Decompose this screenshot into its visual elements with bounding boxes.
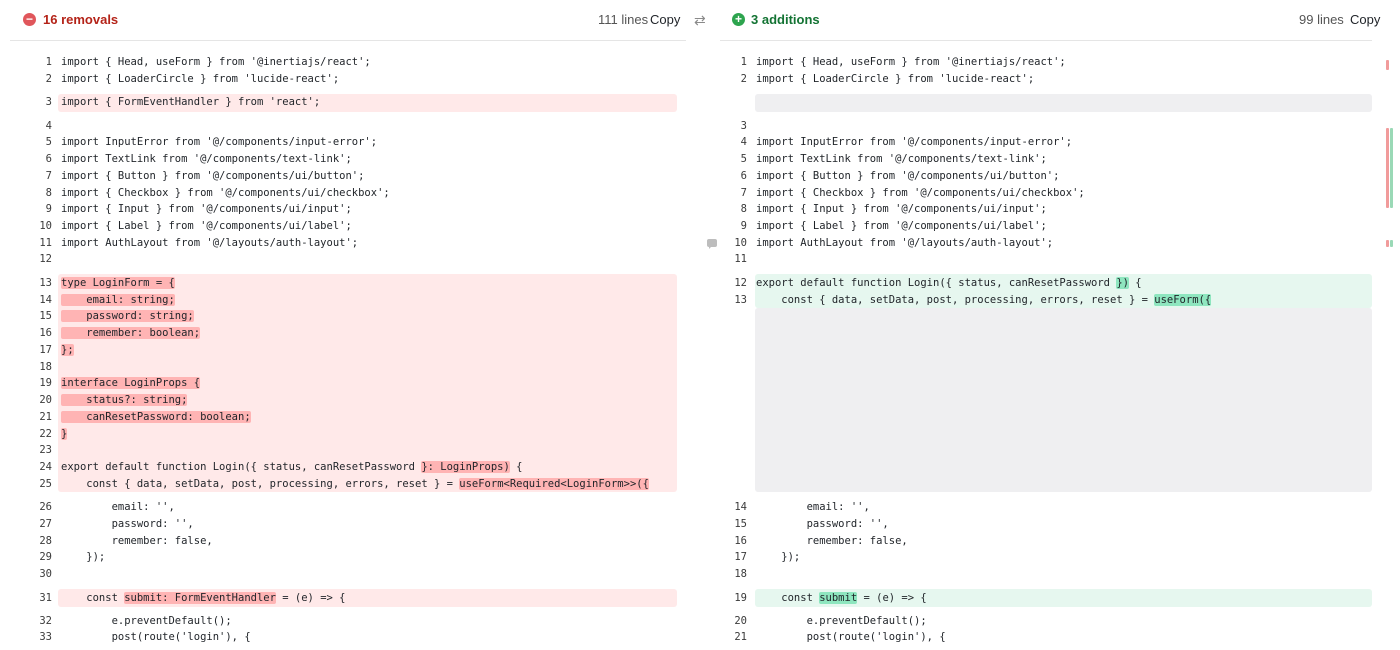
code-line: 9 import { Input } from '@/components/ui/… xyxy=(45,203,352,215)
code-line: 16 remember: false, xyxy=(734,535,908,547)
empty-placeholder xyxy=(755,308,1372,492)
code-line: 3 xyxy=(740,120,747,132)
code-line-removed: 23 xyxy=(39,444,52,456)
code-line: 8 import { Checkbox } from '@/components/… xyxy=(45,187,390,199)
code-line-added: 19 const submit = (e) => { xyxy=(734,592,927,604)
code-line: 6 import { Button } from '@/components/ui… xyxy=(740,170,1060,182)
inline-change: useForm({ xyxy=(1154,294,1212,306)
empty-placeholder xyxy=(755,94,1372,112)
inline-change: }: LoginProps) xyxy=(421,461,510,473)
code-line: 10 import AuthLayout from '@/layouts/auth… xyxy=(734,237,1054,249)
code-line: 30 xyxy=(39,568,52,580)
code-line: 17 }); xyxy=(734,551,801,563)
minimap-added-marker xyxy=(1390,240,1393,247)
code-line-removed: 25 const { data, setData, post, processi… xyxy=(39,478,649,490)
code-line: 10 import { Label } from '@/components/ui… xyxy=(39,220,352,232)
inline-change: }) xyxy=(1116,277,1129,289)
diff-overview-minimap[interactable] xyxy=(1386,50,1396,270)
inline-change: submit xyxy=(819,592,858,604)
code-line-removed: 14 email: string; xyxy=(39,294,175,306)
code-line-removed: 13 type LoginForm = { xyxy=(39,277,175,289)
code-line-removed: 15 password: string; xyxy=(39,310,194,322)
code-line: 12 xyxy=(39,253,52,265)
code-line: 2 import { LoaderCircle } from 'lucide-re… xyxy=(45,73,340,85)
code-line: 33 post(route('login'), { xyxy=(39,631,251,643)
code-line: 18 xyxy=(734,568,747,580)
code-line-removed: 19 interface LoginProps { xyxy=(39,377,201,389)
left-line-count: 111 lines xyxy=(598,12,649,27)
code-line-removed: 20 status?: string; xyxy=(39,394,188,406)
left-diff-pane: − 16 removals 111 lines Copy 1 import { H… xyxy=(10,0,686,650)
code-line: 29 }); xyxy=(39,551,106,563)
code-line: 7 import { Checkbox } from '@/components/… xyxy=(740,187,1085,199)
code-line: 21 post(route('login'), { xyxy=(734,631,946,643)
plus-circle-icon: + xyxy=(732,13,745,26)
code-line-removed: 24 export default function Login({ status… xyxy=(39,461,523,473)
minimap-added-marker xyxy=(1390,128,1393,208)
code-line-removed: 31 const submit: FormEventHandler = (e) … xyxy=(39,592,346,604)
inline-change: import { FormEventHandler } from 'react'… xyxy=(61,96,321,108)
code-line: 1 import { Head, useForm } from '@inertia… xyxy=(45,56,371,68)
code-line: 5 import TextLink from '@/components/text… xyxy=(740,153,1047,165)
right-line-count: 99 lines xyxy=(1299,12,1344,27)
code-line-removed: 3 import { FormEventHandler } from 'react… xyxy=(45,96,321,108)
code-line: 11 import AuthLayout from '@/layouts/auth… xyxy=(39,237,359,249)
code-line: 5 import InputError from '@/components/in… xyxy=(45,136,378,148)
code-line: 9 import { Label } from '@/components/ui/… xyxy=(740,220,1047,232)
code-line-removed: 18 xyxy=(39,361,52,373)
code-line: 4 import InputError from '@/components/in… xyxy=(740,136,1073,148)
code-line: 20 e.preventDefault(); xyxy=(734,615,927,627)
right-pane-header: + 3 additions 99 lines Copy xyxy=(720,0,1380,41)
code-line: 2 import { LoaderCircle } from 'lucide-re… xyxy=(740,73,1035,85)
code-line: 6 import TextLink from '@/components/text… xyxy=(45,153,352,165)
inline-change: submit: FormEventHandler xyxy=(124,592,276,604)
code-line-removed: 17}; xyxy=(39,344,74,356)
right-copy-button[interactable]: Copy xyxy=(1350,12,1380,27)
code-line: 15 password: '', xyxy=(734,518,889,530)
minus-circle-icon: − xyxy=(23,13,36,26)
inline-change: useForm<Required<LoginForm>>({ xyxy=(459,478,649,490)
code-line: 7 import { Button } from '@/components/ui… xyxy=(45,170,365,182)
right-diff-pane: + 3 additions 99 lines Copy 1 import { He… xyxy=(720,0,1380,650)
code-line: 8 import { Input } from '@/components/ui/… xyxy=(740,203,1047,215)
code-line: 28 remember: false, xyxy=(39,535,213,547)
left-pane-header: − 16 removals 111 lines Copy xyxy=(10,0,686,41)
comment-icon[interactable] xyxy=(707,239,717,249)
code-line: 1 import { Head, useForm } from '@inertia… xyxy=(740,56,1066,68)
code-line: 32 e.preventDefault(); xyxy=(39,615,232,627)
code-line-added: 12 export default function Login({ status… xyxy=(734,277,1142,289)
minimap-removed-marker xyxy=(1386,128,1389,208)
code-line: 4 xyxy=(45,120,52,132)
minimap-removed-marker xyxy=(1386,240,1389,247)
code-line: 27 password: '', xyxy=(39,518,194,530)
swap-arrows-icon[interactable]: ⇄ xyxy=(694,12,706,29)
additions-count: 3 additions xyxy=(751,12,820,27)
minimap-removed-marker xyxy=(1386,60,1389,70)
code-line-removed: 16 remember: boolean; xyxy=(39,327,201,339)
code-line-removed: 22} xyxy=(39,428,68,440)
code-line-added: 13 const { data, setData, post, processi… xyxy=(734,294,1212,306)
code-line: 26 email: '', xyxy=(39,501,175,513)
code-line: 11 xyxy=(734,253,747,265)
left-copy-button[interactable]: Copy xyxy=(650,12,680,27)
removals-count: 16 removals xyxy=(43,12,119,27)
code-line-removed: 21 canResetPassword: boolean; xyxy=(39,411,251,423)
code-line: 14 email: '', xyxy=(734,501,870,513)
